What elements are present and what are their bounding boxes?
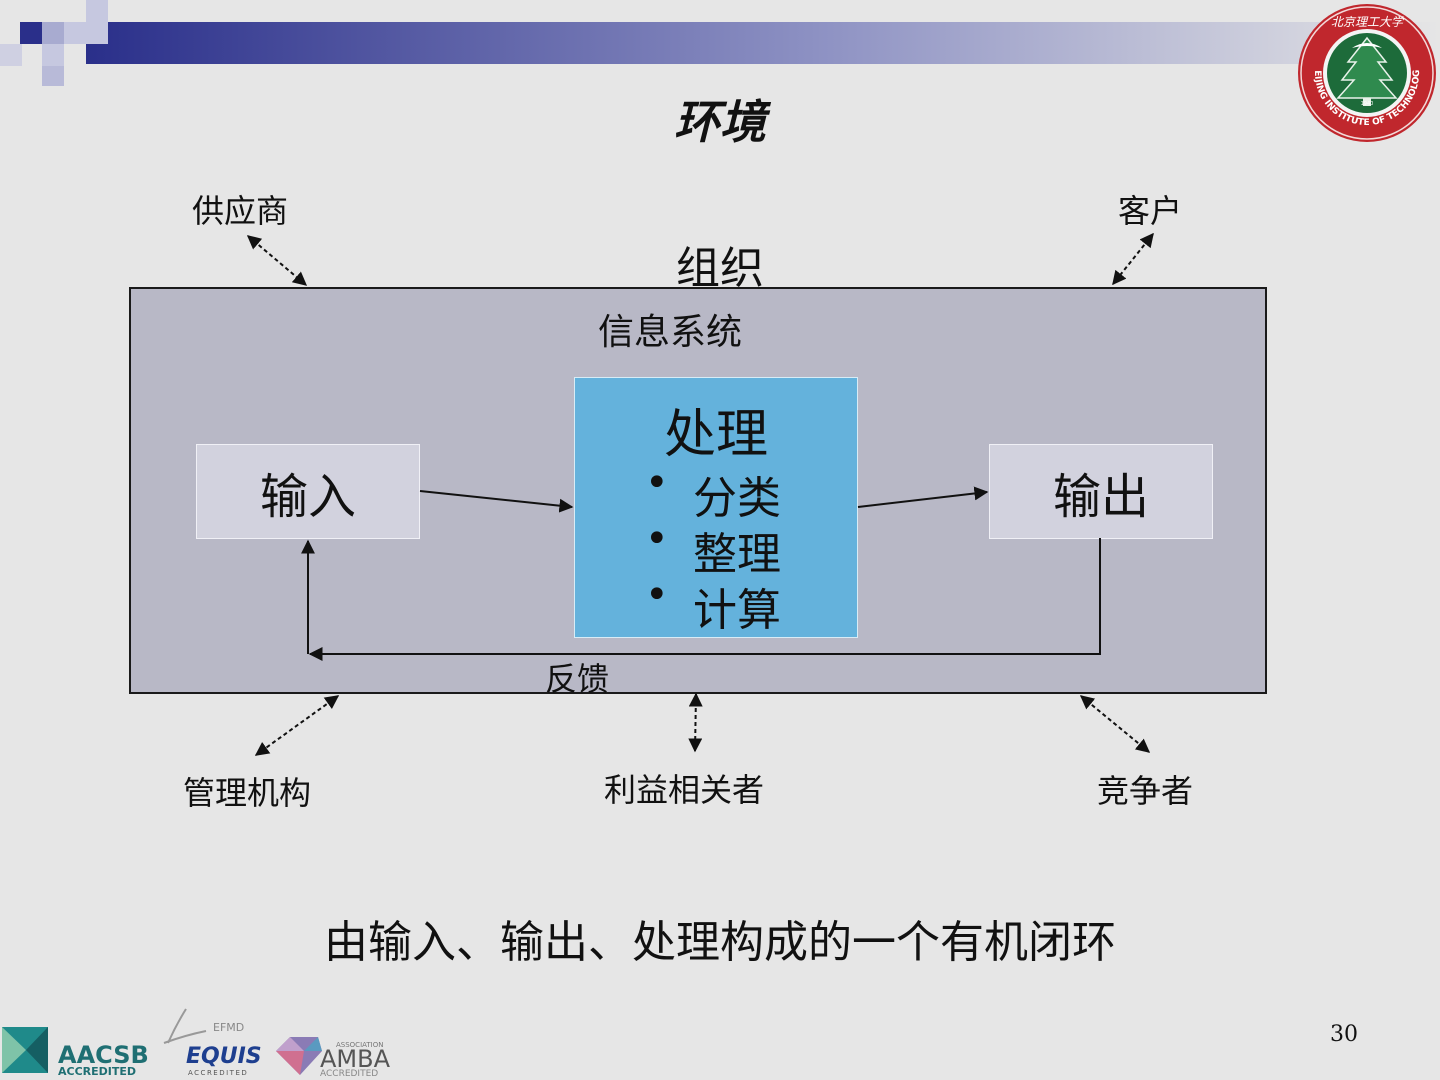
svg-text:ACCREDITED: ACCREDITED — [58, 1065, 136, 1078]
stakeholder-label: 利益相关者 — [604, 771, 765, 809]
svg-text:ACCREDITED: ACCREDITED — [188, 1069, 248, 1077]
competitor-label: 竞争者 — [1097, 772, 1194, 810]
bullet-icon: • — [645, 516, 669, 562]
regulator-label: 管理机构 — [183, 774, 312, 812]
accreditation-logos: AACSB ACCREDITED EFMD EQUIS ACCREDITED A… — [2, 1008, 391, 1079]
equis-logo: EFMD EQUIS ACCREDITED — [163, 1008, 262, 1077]
feedback-label: 反馈 — [545, 660, 610, 698]
bullet-icon: • — [645, 572, 669, 618]
output-label: 输出 — [1052, 468, 1149, 525]
page-number: 30 — [1330, 1022, 1358, 1047]
customer-label: 客户 — [1118, 192, 1183, 230]
svg-text:EQUIS: EQUIS — [186, 1044, 262, 1069]
svg-text:EFMD: EFMD — [213, 1021, 244, 1034]
organization-label: 组织 — [676, 243, 764, 294]
slide-caption: 由输入、输出、处理构成的一个有机闭环 — [324, 917, 1116, 968]
svg-text:ACCREDITED: ACCREDITED — [320, 1069, 378, 1079]
input-box: 输入 — [196, 444, 420, 539]
output-box: 输出 — [989, 444, 1213, 539]
information-system-label: 信息系统 — [597, 312, 742, 353]
amba-logo: ASSOCIATION AMBA ACCREDITED — [276, 1037, 391, 1079]
process-title: 处理 — [663, 405, 768, 465]
process-box: 处理 • 分类 • 整理 • 计算 — [574, 377, 858, 638]
supplier-label: 供应商 — [192, 192, 289, 230]
bullet-icon: • — [645, 460, 669, 506]
input-label: 输入 — [259, 468, 356, 525]
aacsb-logo: AACSB ACCREDITED — [2, 1027, 149, 1078]
